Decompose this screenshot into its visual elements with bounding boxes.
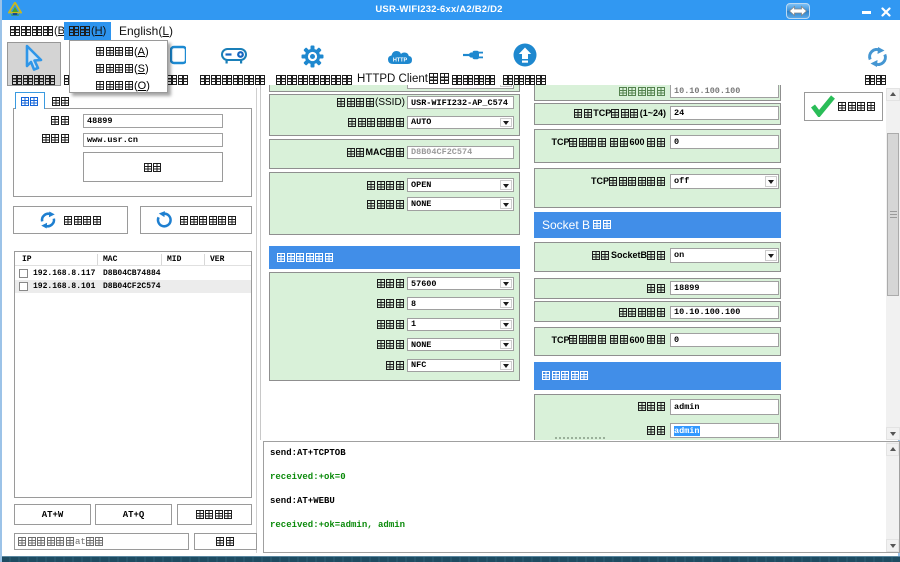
svg-text:HTTP: HTTP <box>393 58 408 64</box>
